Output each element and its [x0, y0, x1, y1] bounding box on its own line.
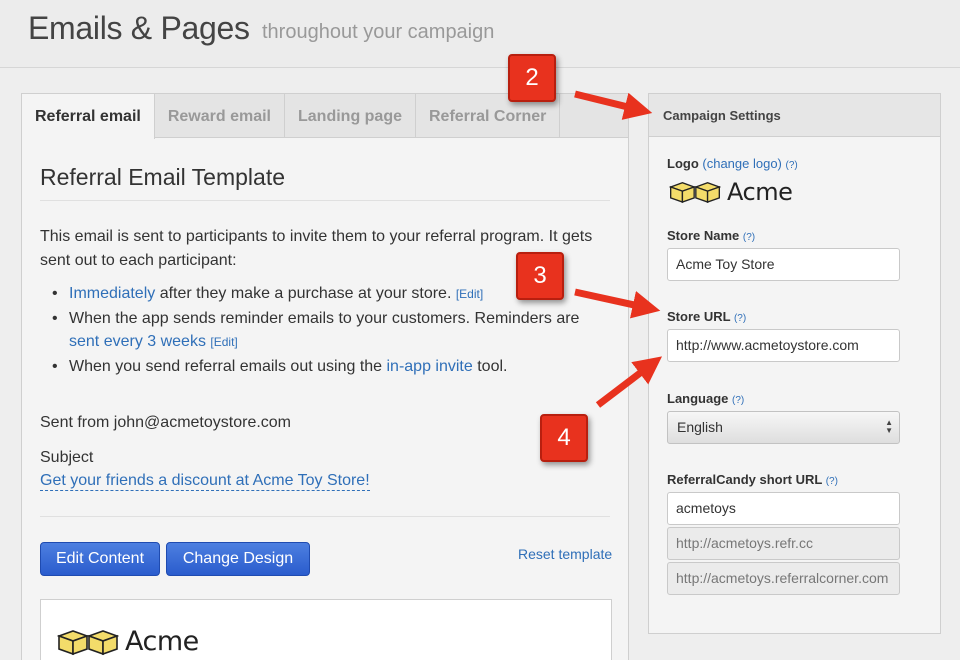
refr-url-readonly: http://acmetoys.refr.cc: [667, 527, 900, 560]
store-url-label-row: Store URL (?): [667, 309, 746, 324]
logo-label: Logo: [667, 156, 699, 171]
page-subtitle: throughout your campaign: [262, 21, 495, 43]
tab-reward-email[interactable]: Reward email: [155, 94, 285, 138]
callout-badge-3: 3: [516, 252, 564, 300]
store-name-help-link[interactable]: (?): [743, 232, 755, 243]
tab-referral-email[interactable]: Referral email: [22, 94, 155, 139]
edit-immediately-link[interactable]: [Edit]: [456, 287, 483, 301]
short-url-label: ReferralCandy short URL: [667, 472, 823, 487]
logo-help-link[interactable]: (?): [786, 160, 798, 171]
short-url-help-link[interactable]: (?): [826, 476, 838, 487]
list-item: When you send referral emails out using …: [52, 355, 612, 379]
page-title: Emails & Pages: [28, 10, 250, 46]
divider: [40, 200, 610, 201]
store-logo: Acme: [669, 178, 793, 206]
list-item-text: after they make a purchase at your store…: [155, 285, 456, 302]
referral-corner-url-readonly: http://acmetoys.referralcorner.com: [667, 562, 900, 595]
store-name-label: Store Name: [667, 228, 740, 243]
list-item: When the app sends reminder emails to yo…: [52, 307, 612, 355]
short-url-input[interactable]: acmetoys: [667, 492, 900, 525]
preview-logo: Acme: [57, 626, 199, 657]
divider: [40, 516, 610, 517]
logo-label-row: Logo (change logo) (?): [667, 156, 798, 171]
store-url-input[interactable]: http://www.acmetoystore.com: [667, 329, 900, 362]
reminder-frequency-link[interactable]: sent every 3 weeks: [69, 333, 206, 350]
change-design-button[interactable]: Change Design: [166, 542, 310, 576]
sent-from-text: Sent from john@acmetoystore.com: [40, 414, 292, 431]
subject-label: Subject: [40, 449, 94, 466]
callout-badge-4: 4: [540, 414, 588, 462]
store-name-input[interactable]: Acme Toy Store: [667, 248, 900, 281]
callout-badge-2: 2: [508, 54, 556, 102]
list-item-text: tool.: [472, 357, 508, 375]
subject-editable-link[interactable]: Get your friends a discount at Acme Toy …: [40, 472, 370, 491]
in-app-invite-link[interactable]: in-app invite: [387, 358, 473, 375]
preview-logo-text: Acme: [125, 626, 199, 657]
language-selected-value: English: [677, 419, 723, 435]
language-help-link[interactable]: (?): [732, 395, 744, 406]
email-template-panel: Referral email Reward email Landing page…: [21, 93, 629, 660]
campaign-settings-panel: Campaign Settings Logo (change logo) (?)…: [648, 93, 941, 634]
store-url-help-link[interactable]: (?): [734, 313, 746, 324]
tab-landing-page[interactable]: Landing page: [285, 94, 416, 138]
change-logo-link[interactable]: (change logo): [702, 156, 782, 171]
edit-content-button[interactable]: Edit Content: [40, 542, 160, 576]
store-name-label-row: Store Name (?): [667, 228, 755, 243]
immediately-link[interactable]: Immediately: [69, 285, 155, 302]
store-logo-text: Acme: [727, 178, 793, 206]
language-label-row: Language (?): [667, 391, 744, 406]
language-select[interactable]: English ▲ ▼: [667, 411, 900, 444]
store-url-label: Store URL: [667, 309, 731, 324]
short-url-label-row: ReferralCandy short URL (?): [667, 472, 838, 487]
email-preview: Acme: [40, 599, 612, 660]
campaign-settings-header: Campaign Settings: [649, 94, 940, 137]
language-label: Language: [667, 391, 729, 406]
reset-template-link[interactable]: Reset template: [518, 546, 612, 562]
box-logo-icon: [669, 182, 721, 204]
template-title: Referral Email Template: [40, 164, 286, 190]
select-arrows-icon: ▲ ▼: [885, 418, 893, 435]
page-header: Emails & Pages throughout your campaign: [0, 0, 960, 68]
box-logo-icon: [57, 629, 119, 655]
edit-reminder-link[interactable]: [Edit]: [210, 335, 237, 349]
list-item-text: When you send referral emails out using …: [69, 357, 387, 375]
list-item-text: When the app sends reminder emails to yo…: [69, 309, 580, 327]
